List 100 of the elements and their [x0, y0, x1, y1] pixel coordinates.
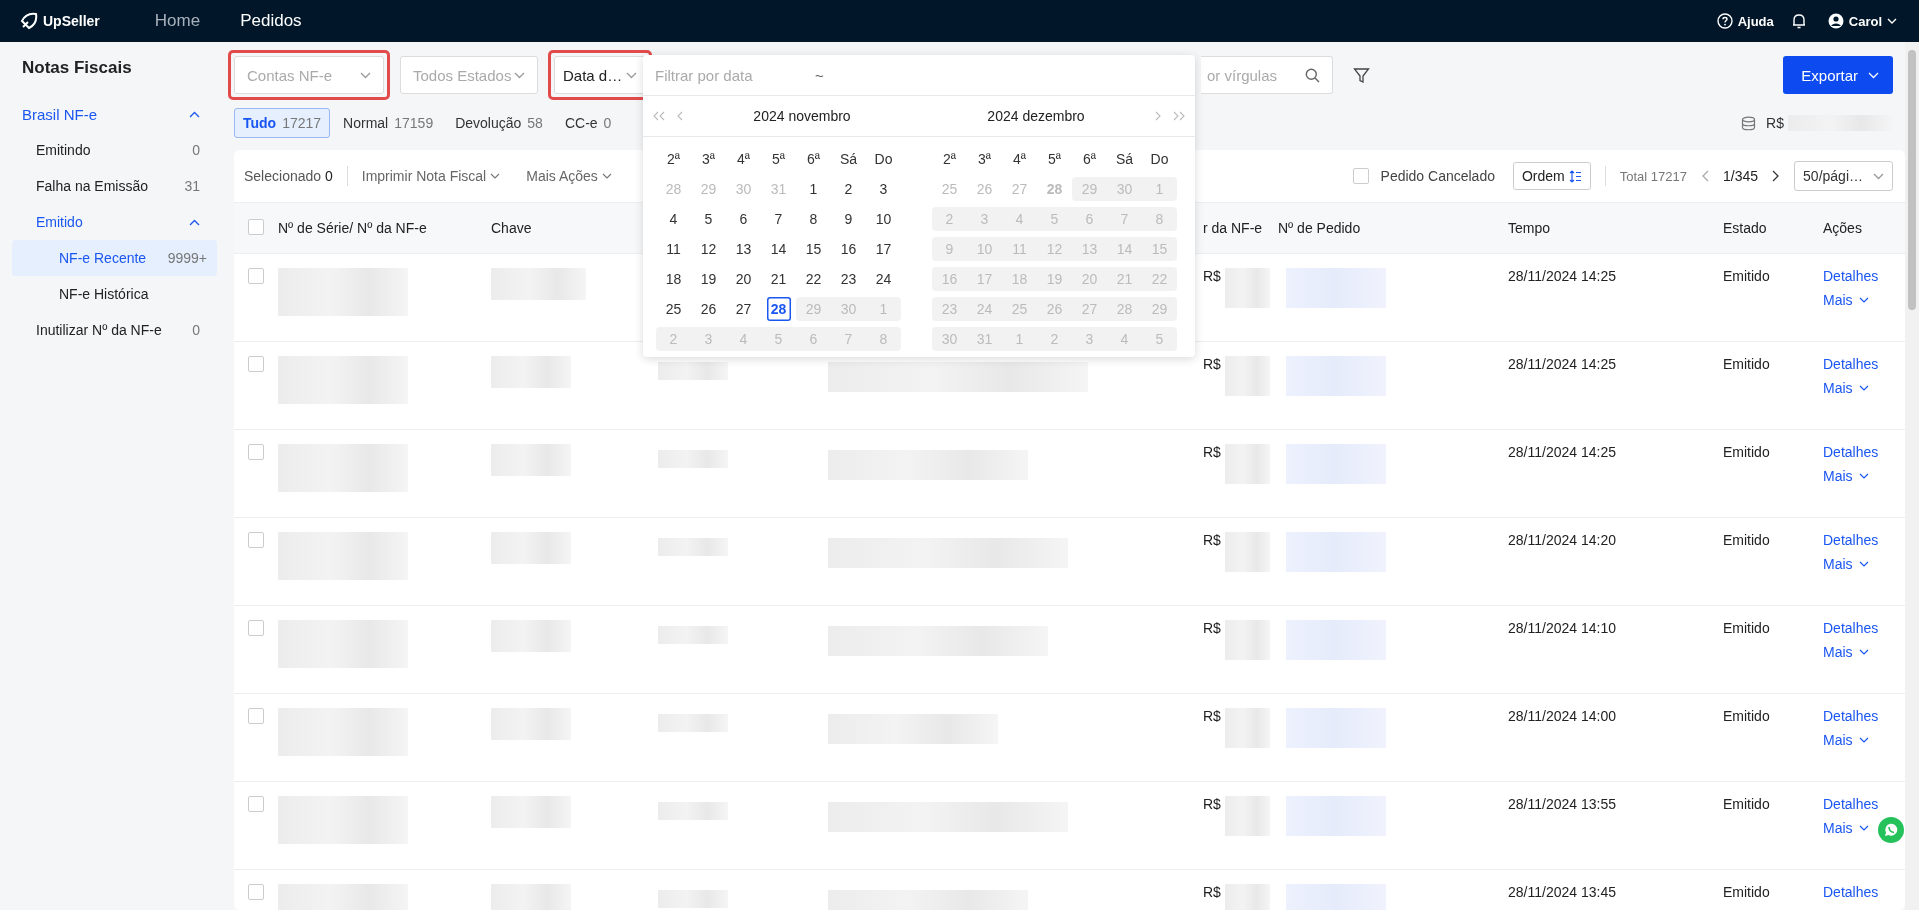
more-dropdown[interactable]: Mais — [1823, 820, 1905, 836]
weekday-label: 6ª — [1082, 150, 1097, 169]
sort-button[interactable]: Ordem — [1513, 162, 1591, 190]
action-dropdown[interactable]: Imprimir Nota Fiscal — [361, 168, 513, 184]
calendar-day[interactable]: 1 — [796, 177, 831, 201]
calendar-day[interactable]: 24 — [866, 267, 901, 291]
double-chevron-left-icon[interactable] — [653, 111, 665, 121]
action-dropdown[interactable]: Mais Ações — [526, 168, 624, 184]
sidebar-item[interactable]: Falha na Emissão 31 — [0, 168, 222, 204]
notification-bell-icon[interactable] — [1791, 13, 1806, 29]
calendar-day[interactable]: 12 — [691, 237, 726, 261]
more-dropdown[interactable]: Mais — [1823, 732, 1905, 748]
details-link[interactable]: Detalhes — [1823, 708, 1905, 724]
calendar-day[interactable]: 2 — [831, 177, 866, 201]
calendar-day[interactable]: 11 — [656, 237, 691, 261]
sidebar-item[interactable]: NF-e Histórica — [12, 276, 217, 312]
chevron-down-icon — [360, 71, 371, 79]
chevron-left-icon[interactable] — [677, 111, 683, 121]
chevron-down-icon — [1873, 172, 1884, 180]
weekday-label: Do — [873, 150, 894, 169]
sidebar-item[interactable]: Brasil NF-e — [0, 96, 222, 132]
calendar-day[interactable]: 21 — [761, 267, 796, 291]
calendar-day[interactable]: 22 — [796, 267, 831, 291]
cancelled-order-checkbox[interactable]: Pedido Cancelado — [1352, 168, 1495, 184]
more-dropdown[interactable]: Mais — [1823, 468, 1905, 484]
chat-icon[interactable] — [1878, 817, 1904, 843]
row-checkbox[interactable] — [248, 444, 264, 460]
sidebar-item[interactable]: Emitindo 0 — [0, 132, 222, 168]
nav-link[interactable]: Home — [154, 11, 201, 31]
filter-tab[interactable]: CC-e 0 — [555, 108, 621, 138]
row-checkbox[interactable] — [248, 620, 264, 636]
calendar-day[interactable]: 9 — [831, 207, 866, 231]
page-size-select[interactable]: 50/pági… — [1794, 161, 1893, 191]
select-all-checkbox[interactable] — [248, 218, 264, 235]
table-cell: 28/11/2024 14:25 — [1508, 268, 1616, 284]
calendar-day[interactable]: 8 — [796, 207, 831, 231]
more-dropdown[interactable]: Mais — [1823, 292, 1905, 308]
details-link[interactable]: Detalhes — [1823, 620, 1905, 636]
more-dropdown[interactable]: Mais — [1823, 644, 1905, 660]
calendar-day[interactable]: 27 — [726, 297, 761, 321]
next-page-icon[interactable] — [1772, 170, 1781, 182]
calendar-day[interactable]: 28 — [766, 297, 791, 321]
details-link[interactable]: Detalhes — [1823, 884, 1905, 900]
sort-icon — [1568, 169, 1582, 183]
date-range-field[interactable]: Filtrar por data ~ — [643, 55, 1195, 96]
calendar-day[interactable]: 23 — [831, 267, 866, 291]
calendar-day[interactable]: 17 — [866, 237, 901, 261]
details-link[interactable]: Detalhes — [1823, 532, 1905, 548]
details-link[interactable]: Detalhes — [1823, 268, 1905, 284]
row-checkbox[interactable] — [248, 708, 264, 724]
row-checkbox[interactable] — [248, 356, 264, 372]
calendar-day[interactable]: 26 — [691, 297, 726, 321]
row-checkbox[interactable] — [248, 796, 264, 812]
calendar-day[interactable]: 19 — [691, 267, 726, 291]
double-chevron-right-icon[interactable] — [1173, 111, 1185, 121]
calendar-day[interactable]: 18 — [656, 267, 691, 291]
sidebar-item[interactable]: Emitido — [0, 204, 222, 240]
sidebar-item[interactable]: Inutilizar Nº da NF-e 0 — [0, 312, 222, 348]
calendar-day[interactable]: 20 — [726, 267, 761, 291]
calendar-day[interactable]: 25 — [656, 297, 691, 321]
nav-link[interactable]: Pedidos — [240, 11, 302, 31]
column-header: Estado — [1723, 220, 1767, 236]
details-link[interactable]: Detalhes — [1823, 356, 1905, 372]
table-cell-text: R$ — [1203, 532, 1221, 550]
filter-tab[interactable]: Devolução 58 — [446, 108, 552, 138]
calendar-day[interactable]: 7 — [761, 207, 796, 231]
export-button[interactable]: Exportar — [1783, 56, 1893, 94]
filter-tab[interactable]: Tudo 17217 — [234, 108, 331, 138]
calendar-day[interactable]: 3 — [866, 177, 901, 201]
sidebar-item[interactable]: NF-e Recente 9999+ — [12, 240, 217, 276]
weekday-label: 5ª — [771, 150, 786, 169]
dropdown-select[interactable]: Data d… — [554, 56, 646, 94]
table-cell: 28/11/2024 13:45 — [1508, 884, 1616, 900]
table-cell-text: R$ — [1203, 444, 1221, 462]
calendar-day[interactable]: 5 — [691, 207, 726, 231]
calendar-day[interactable]: 6 — [726, 207, 761, 231]
chevron-right-icon[interactable] — [1155, 111, 1161, 121]
details-link[interactable]: Detalhes — [1823, 444, 1905, 460]
calendar-day[interactable]: 13 — [726, 237, 761, 261]
weekday-label: Sá — [1114, 150, 1135, 169]
more-dropdown[interactable]: Mais — [1823, 380, 1905, 396]
row-checkbox[interactable] — [248, 884, 264, 900]
row-checkbox[interactable] — [248, 268, 264, 284]
scrollbar[interactable] — [1905, 42, 1919, 910]
details-link[interactable]: Detalhes — [1823, 796, 1905, 812]
more-dropdown[interactable]: Mais — [1823, 556, 1905, 572]
calendar-day[interactable]: 16 — [831, 237, 866, 261]
user-menu[interactable]: Carol — [1827, 13, 1897, 29]
filter-tab[interactable]: Normal 17159 — [334, 108, 443, 138]
calendar-day[interactable]: 4 — [656, 207, 691, 231]
app-logo[interactable]: UpSeller — [20, 12, 100, 30]
filter-icon[interactable] — [1353, 66, 1370, 84]
help-link[interactable]: Ajuda — [1716, 13, 1774, 29]
calendar-day[interactable]: 15 — [796, 237, 831, 261]
calendar-day[interactable]: 10 — [866, 207, 901, 231]
calendar-day[interactable]: 14 — [761, 237, 796, 261]
row-checkbox[interactable] — [248, 532, 264, 548]
table-cell: 28/11/2024 14:10 — [1508, 620, 1616, 636]
previous-page-icon[interactable] — [1701, 170, 1709, 182]
chevron-down-icon — [490, 173, 501, 179]
